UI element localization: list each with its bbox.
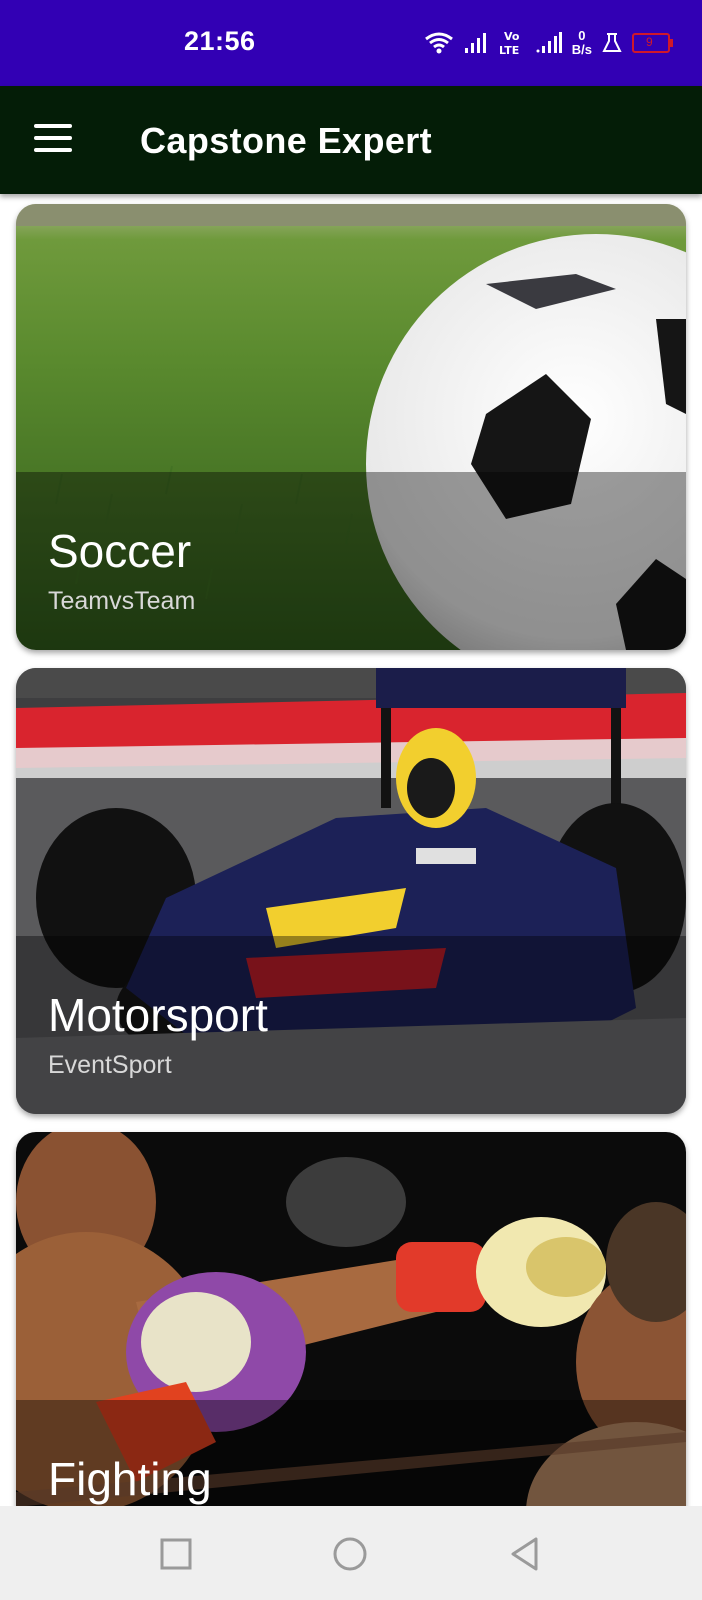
app-bar: Capstone Expert	[0, 86, 702, 194]
battery-level: 9	[646, 35, 653, 49]
network-speed-value: 0	[578, 28, 586, 43]
app-title: Capstone Expert	[140, 120, 433, 161]
lab-flask-icon	[602, 32, 622, 54]
status-time: 21:56	[184, 26, 256, 56]
battery-icon: 9	[632, 32, 674, 54]
volte-icon: Vo LTE	[498, 29, 526, 57]
network-speed-unit: B/s	[571, 42, 592, 57]
recent-apps-icon[interactable]	[158, 1536, 194, 1572]
hamburger-menu-icon[interactable]	[34, 124, 74, 156]
sport-category: TeamvsTeam	[48, 587, 196, 615]
sport-card-motorsport[interactable]: Motorsport EventSport	[16, 668, 686, 1114]
network-speed: 0 B/s	[572, 29, 592, 57]
wifi-icon	[424, 30, 454, 56]
signal-icon	[464, 31, 488, 55]
sport-card-fighting[interactable]: Fighting	[16, 1132, 686, 1506]
back-icon[interactable]	[508, 1536, 544, 1572]
signal-icon	[536, 31, 562, 55]
sport-title: Motorsport	[48, 989, 268, 1041]
sport-title: Soccer	[48, 525, 192, 577]
sport-category: EventSport	[48, 1051, 172, 1079]
svg-text:Vo: Vo	[504, 30, 520, 43]
sport-title: Fighting	[48, 1453, 212, 1505]
status-bar: 21:56 Vo LTE 0 B/s 9	[0, 0, 702, 86]
sports-list[interactable]: Soccer TeamvsTeam Motorsport EventSport …	[0, 194, 702, 1506]
status-icons: Vo LTE 0 B/s 9	[424, 26, 674, 60]
navigation-bar	[0, 1506, 702, 1600]
home-icon[interactable]	[332, 1536, 368, 1572]
svg-text:LTE: LTE	[499, 44, 519, 57]
sport-card-soccer[interactable]: Soccer TeamvsTeam	[16, 204, 686, 650]
